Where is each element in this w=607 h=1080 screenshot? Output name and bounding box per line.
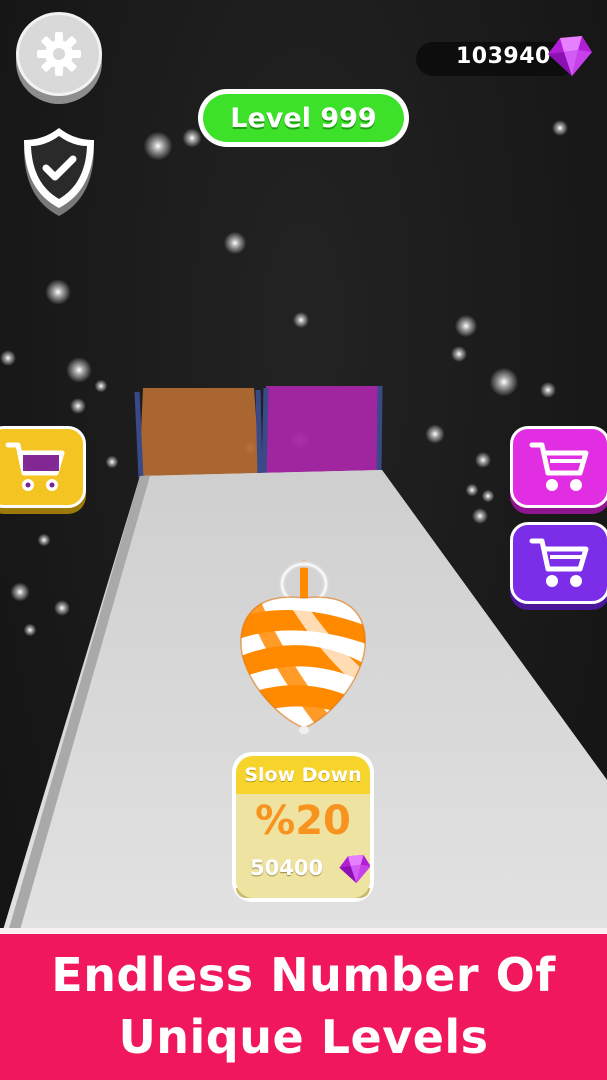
gem-icon [548,36,592,76]
snow-particle [454,314,478,338]
gate-orange [134,388,263,479]
shop-button-pink[interactable] [510,426,607,508]
upgrade-title: Slow Down [244,764,362,786]
gem-counter: 103940 [416,36,592,76]
cart-icon [5,442,65,491]
shield-check-icon[interactable] [20,126,98,218]
snow-particle [552,120,568,136]
cart-icon [529,442,589,491]
snow-particle [0,350,16,366]
shop-button-yellow[interactable] [0,426,86,508]
slow-down-upgrade-card[interactable]: Slow Down %20 50400 [232,752,374,902]
gem-count: 103940 [456,44,551,69]
snow-particle [45,279,71,305]
level-label: Level 999 [230,102,377,134]
banner-line-2: Unique Levels [118,1010,489,1064]
settings-button[interactable] [16,12,102,104]
snow-particle [451,346,467,362]
promo-banner: Endless Number Of Unique Levels [0,928,607,1080]
snow-particle [182,128,202,148]
banner-line-1: Endless Number Of [51,948,556,1002]
gate-magenta [261,385,383,477]
gem-icon [339,854,370,884]
snow-particle [293,312,309,328]
snow-particle [143,131,173,161]
upgrade-cost: 50400 [250,856,324,880]
snow-particle [66,357,92,383]
gear-icon [37,32,81,76]
upgrade-value: %20 [255,798,351,844]
player-spinning-top [240,560,366,734]
game-scene[interactable]: 103940 Level 999 Slow Down %20 50400 End… [0,0,607,1080]
shop-button-purple[interactable] [510,522,607,604]
level-indicator: Level 999 [198,89,409,147]
upgrade-title-bar: Slow Down [236,756,370,794]
cart-icon [529,538,589,587]
snow-particle [223,231,247,255]
